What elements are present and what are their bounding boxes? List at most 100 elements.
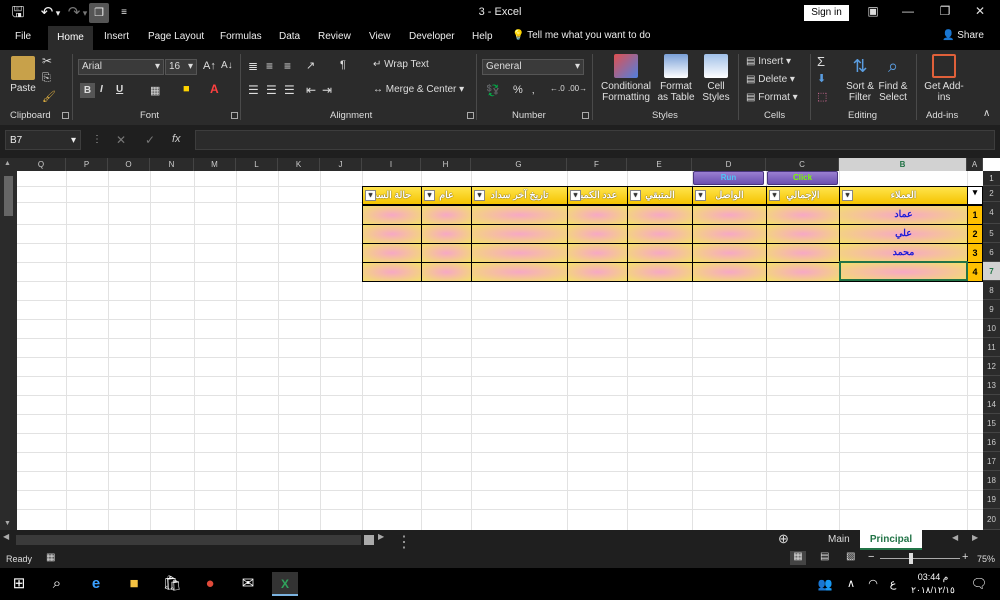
bold-button[interactable]: B — [80, 83, 95, 98]
alignment-launcher-icon[interactable] — [467, 112, 474, 119]
insert-cells-button[interactable]: ▤ Insert ▾ — [746, 56, 791, 67]
column-header[interactable]: L — [236, 158, 278, 171]
formula-input[interactable] — [195, 130, 995, 150]
tab-insert[interactable]: Insert — [104, 31, 129, 42]
row-number-cell[interactable]: 4 — [967, 262, 983, 282]
store-icon[interactable]: 🛍 — [159, 572, 185, 596]
table-header-cell[interactable]: عام ▾ — [421, 186, 472, 205]
click-button[interactable]: Click — [767, 171, 838, 185]
tab-developer[interactable]: Developer — [409, 31, 455, 42]
row-header[interactable]: 10 — [983, 319, 1000, 338]
tell-me-search[interactable]: 💡 Tell me what you want to do — [512, 30, 650, 41]
increase-decimal-icon[interactable]: ←.0 — [550, 84, 565, 93]
notifications-icon[interactable]: 🗨 — [966, 572, 992, 596]
column-header[interactable]: E — [627, 158, 692, 171]
sheet-options-icon[interactable]: ⋮ — [396, 532, 412, 552]
format-cells-button[interactable]: ▤ Format ▾ — [746, 92, 798, 103]
column-header[interactable]: Q — [17, 158, 66, 171]
insert-function-icon[interactable]: fx — [172, 133, 181, 145]
align-right-icon[interactable]: ☰ — [284, 83, 295, 97]
grow-font-icon[interactable]: A↑ — [203, 60, 216, 72]
align-top-icon[interactable]: ≣ — [248, 59, 258, 73]
row-number-cell[interactable]: 3 — [967, 243, 983, 263]
language-indicator[interactable]: ع — [880, 572, 906, 596]
orientation-icon[interactable]: ↗ — [306, 59, 315, 72]
confirm-entry-icon[interactable]: ✓ — [145, 133, 155, 147]
row-header[interactable]: 7 — [983, 262, 1000, 281]
decrease-decimal-icon[interactable]: .00→ — [568, 84, 587, 93]
more-options-icon[interactable]: ⋮ — [92, 134, 102, 145]
column-header[interactable]: A — [967, 158, 983, 171]
table-header-cell[interactable]: تاريخ آخر سداد ▾ — [471, 186, 568, 205]
search-icon[interactable]: ⌕ — [44, 572, 70, 596]
shrink-font-icon[interactable]: A↓ — [221, 60, 233, 71]
accounting-format-icon[interactable]: 💱 — [486, 84, 500, 97]
row-header[interactable]: 8 — [983, 281, 1000, 300]
table-cell[interactable] — [421, 262, 472, 282]
column-header[interactable]: M — [194, 158, 236, 171]
page-break-view-icon[interactable]: ▧ — [846, 551, 855, 562]
windows-start-icon[interactable]: ⊞ — [6, 572, 32, 596]
table-cell[interactable] — [471, 224, 568, 244]
clock[interactable]: 03:44 م ٢٠١٨/١٢/١٥ — [906, 571, 960, 597]
tab-home[interactable]: Home — [48, 26, 93, 50]
collapse-ribbon-icon[interactable]: ∧ — [983, 108, 990, 119]
font-launcher-icon[interactable] — [231, 112, 238, 119]
column-header[interactable]: B — [839, 158, 967, 171]
zoom-slider[interactable] — [880, 558, 960, 559]
decrease-indent-icon[interactable]: ⇤ — [306, 83, 316, 97]
cut-icon[interactable]: ✂ — [42, 54, 52, 68]
font-color-icon[interactable]: A — [210, 82, 219, 96]
underline-button[interactable]: U — [116, 84, 123, 95]
filter-dropdown-icon[interactable]: ▾ — [630, 190, 641, 201]
normal-view-icon[interactable]: ▦ — [790, 551, 806, 565]
tab-page-layout[interactable]: Page Layout — [148, 31, 204, 42]
table-header-cell[interactable]: الواصل ▾ — [692, 186, 767, 205]
column-header[interactable]: F — [567, 158, 627, 171]
column-header[interactable]: K — [278, 158, 320, 171]
row-number-cell[interactable]: 2 — [967, 224, 983, 244]
table-cell[interactable] — [421, 243, 472, 263]
sign-in-button[interactable]: Sign in — [804, 5, 849, 21]
table-cell[interactable] — [627, 243, 693, 263]
next-sheet-icon[interactable]: ▶ — [972, 533, 978, 542]
clear-icon[interactable]: ⬚ — [817, 90, 827, 103]
fill-icon[interactable]: ⬇ — [817, 72, 826, 85]
horizontal-scrollbar-thumb[interactable] — [364, 535, 374, 545]
page-layout-view-icon[interactable]: ▤ — [820, 551, 829, 562]
table-cell[interactable] — [692, 205, 767, 225]
chrome-icon[interactable]: ● — [197, 572, 223, 596]
scroll-down-icon[interactable]: ▼ — [4, 520, 11, 527]
scrollbar-thumb[interactable] — [4, 176, 13, 216]
row-header[interactable]: 11 — [983, 338, 1000, 357]
tab-file[interactable]: File — [15, 31, 31, 42]
row-header[interactable]: 15 — [983, 414, 1000, 433]
table-cell[interactable] — [362, 243, 422, 263]
scroll-up-icon[interactable]: ▲ — [4, 160, 11, 167]
tab-review[interactable]: Review — [318, 31, 351, 42]
table-cell[interactable] — [692, 224, 767, 244]
customer-name-cell[interactable]: محمد — [839, 243, 968, 263]
filter-dropdown-icon[interactable]: ▾ — [365, 190, 376, 201]
number-format-select[interactable]: General ▾ — [482, 59, 584, 75]
close-icon[interactable]: ✕ — [970, 4, 990, 18]
restore-icon[interactable]: ❐ — [935, 4, 955, 18]
table-cell[interactable] — [421, 224, 472, 244]
filter-dropdown-icon[interactable]: ▾ — [424, 190, 435, 201]
people-icon[interactable]: 👥 — [812, 572, 838, 596]
table-cell[interactable] — [627, 224, 693, 244]
filter-dropdown-icon[interactable]: ▾ — [842, 190, 853, 201]
increase-indent-icon[interactable]: ⇥ — [322, 83, 332, 97]
find-select-button[interactable]: ⌕ Find & Select — [876, 54, 910, 103]
align-center-icon[interactable]: ☰ — [266, 83, 277, 97]
column-header[interactable]: O — [108, 158, 150, 171]
edge-icon[interactable]: e — [83, 572, 109, 596]
filter-dropdown-icon[interactable]: ▾ — [570, 190, 581, 201]
percent-button[interactable]: % — [513, 84, 523, 96]
new-sheet-icon[interactable]: ⊕ — [778, 531, 789, 547]
table-cell[interactable] — [471, 262, 568, 282]
fill-color-icon[interactable]: ■ — [183, 83, 190, 95]
row-header[interactable]: 17 — [983, 452, 1000, 471]
row-header[interactable]: 12 — [983, 357, 1000, 376]
column-header[interactable]: I — [362, 158, 421, 171]
